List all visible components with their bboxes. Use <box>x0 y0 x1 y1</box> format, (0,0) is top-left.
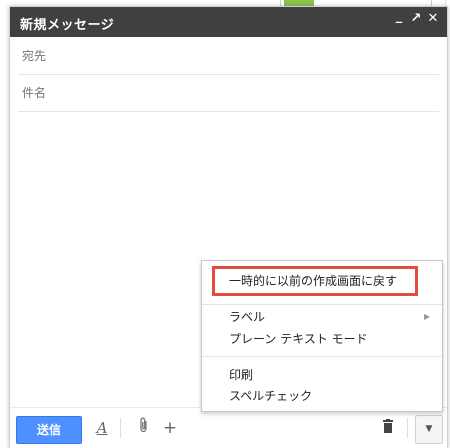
compose-window: 新規メッセージ _ ↗ ✕ 宛先 件名 送信 A + ▼ 一時的に以前の作成画面… <box>9 6 448 448</box>
send-button[interactable]: 送信 <box>16 416 82 444</box>
menu-item-revert-compose[interactable]: 一時的に以前の作成画面に戻す <box>202 271 442 291</box>
menu-item-label: プレーン テキスト モード <box>229 332 368 346</box>
minimize-icon[interactable]: _ <box>392 9 406 24</box>
chevron-down-icon: ▼ <box>425 424 433 434</box>
plus-icon[interactable]: + <box>160 417 180 439</box>
menu-item-label-submenu[interactable]: ラベル ▶ <box>202 307 442 327</box>
close-icon[interactable]: ✕ <box>426 11 440 26</box>
to-field[interactable]: 宛先 <box>18 37 439 75</box>
subject-field[interactable]: 件名 <box>18 74 439 112</box>
menu-item-label: スペルチェック <box>229 389 313 403</box>
toolbar-divider <box>120 418 121 438</box>
submenu-arrow-icon: ▶ <box>424 312 431 321</box>
compose-title: 新規メッセージ <box>20 18 115 33</box>
menu-item-spellcheck[interactable]: スペルチェック <box>202 386 442 406</box>
to-label: 宛先 <box>22 49 47 63</box>
menu-item-label: 一時的に以前の作成画面に戻す <box>229 274 398 288</box>
text-format-icon[interactable]: A <box>92 417 112 439</box>
menu-divider <box>202 304 442 305</box>
compose-toolbar: 送信 A + ▼ <box>10 407 447 448</box>
toolbar-divider-right <box>407 418 408 438</box>
menu-item-label: 印刷 <box>229 368 254 382</box>
compose-titlebar[interactable]: 新規メッセージ _ ↗ ✕ <box>10 7 447 37</box>
menu-item-plain-text[interactable]: プレーン テキスト モード <box>202 329 442 349</box>
popout-icon[interactable]: ↗ <box>409 11 423 26</box>
menu-divider <box>202 356 442 357</box>
more-options-menu: 一時的に以前の作成画面に戻す ラベル ▶ プレーン テキスト モード 印刷 スペ… <box>201 260 443 412</box>
menu-item-print[interactable]: 印刷 <box>202 365 442 385</box>
paperclip-icon[interactable] <box>134 417 154 439</box>
subject-label: 件名 <box>22 86 47 100</box>
more-options-button[interactable]: ▼ <box>415 415 443 444</box>
menu-item-label: ラベル <box>229 310 266 324</box>
trash-icon[interactable] <box>378 417 398 439</box>
